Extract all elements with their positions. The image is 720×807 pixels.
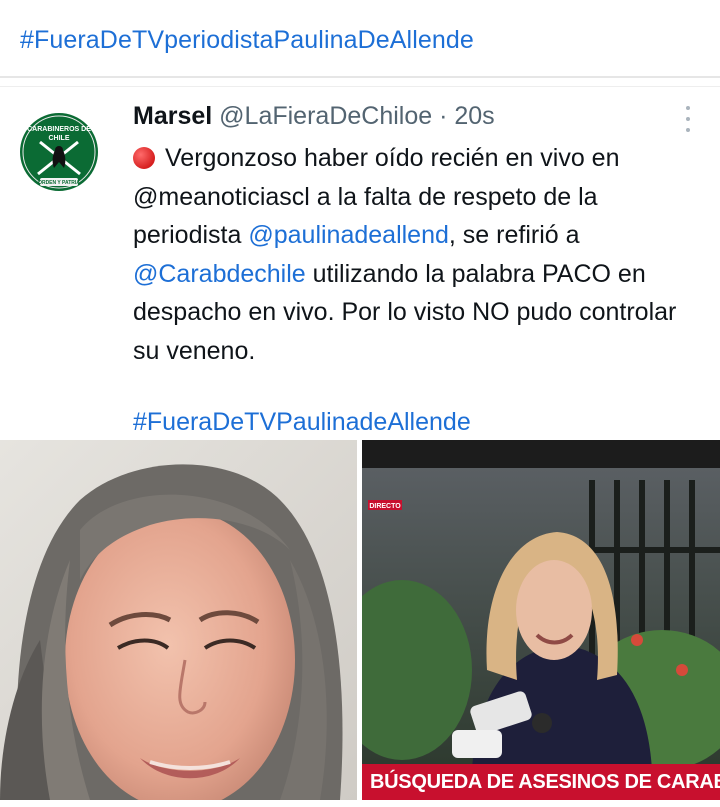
bottom-strip (0, 800, 720, 807)
photo-left (0, 440, 357, 800)
more-options-icon[interactable] (684, 106, 692, 132)
tweet-text: Vergonzoso haber oído recién en vivo en … (133, 139, 708, 370)
tweet-author-line: Marsel @LaFieraDeChiloe · 20s (133, 102, 495, 131)
tweet-text-part: , se refirió a (448, 221, 580, 249)
tweet-hashtag[interactable]: #FueraDeTVPaulinadeAllende (133, 408, 471, 437)
divider (0, 86, 720, 87)
emblem-text-middle: CHILE (49, 135, 70, 142)
news-ticker-banner: BÚSQUEDA DE ASESINOS DE CARABINE (362, 764, 720, 800)
emblem-ribbon-text: ORDEN Y PATRIA (38, 180, 80, 186)
photo-right: DIRECTO (362, 440, 720, 800)
timestamp[interactable]: 20s (454, 102, 494, 130)
timestamp-separator: · (432, 102, 455, 130)
post-hashtag-title[interactable]: #FueraDeTVperiodistaPaulinaDeAllende (20, 26, 474, 55)
author-name[interactable]: Marsel (133, 102, 212, 130)
mention-link[interactable]: @Carabdechile (133, 260, 306, 288)
author-handle[interactable]: @LaFieraDeChiloe (219, 102, 432, 130)
live-tag: DIRECTO (369, 503, 401, 510)
mention-link[interactable]: @paulinadeallend (248, 221, 449, 249)
tv-broadcast-image: DIRECTO (362, 440, 720, 800)
carabineros-emblem-icon: CARABINEROS DE CHILE ORDEN Y PATRIA (18, 111, 100, 193)
woman-portrait-image (0, 440, 357, 800)
red-circle-icon (133, 147, 155, 169)
emblem-text-top: CARABINEROS DE (27, 126, 91, 133)
avatar[interactable]: CARABINEROS DE CHILE ORDEN Y PATRIA (18, 106, 100, 198)
divider (0, 76, 720, 78)
